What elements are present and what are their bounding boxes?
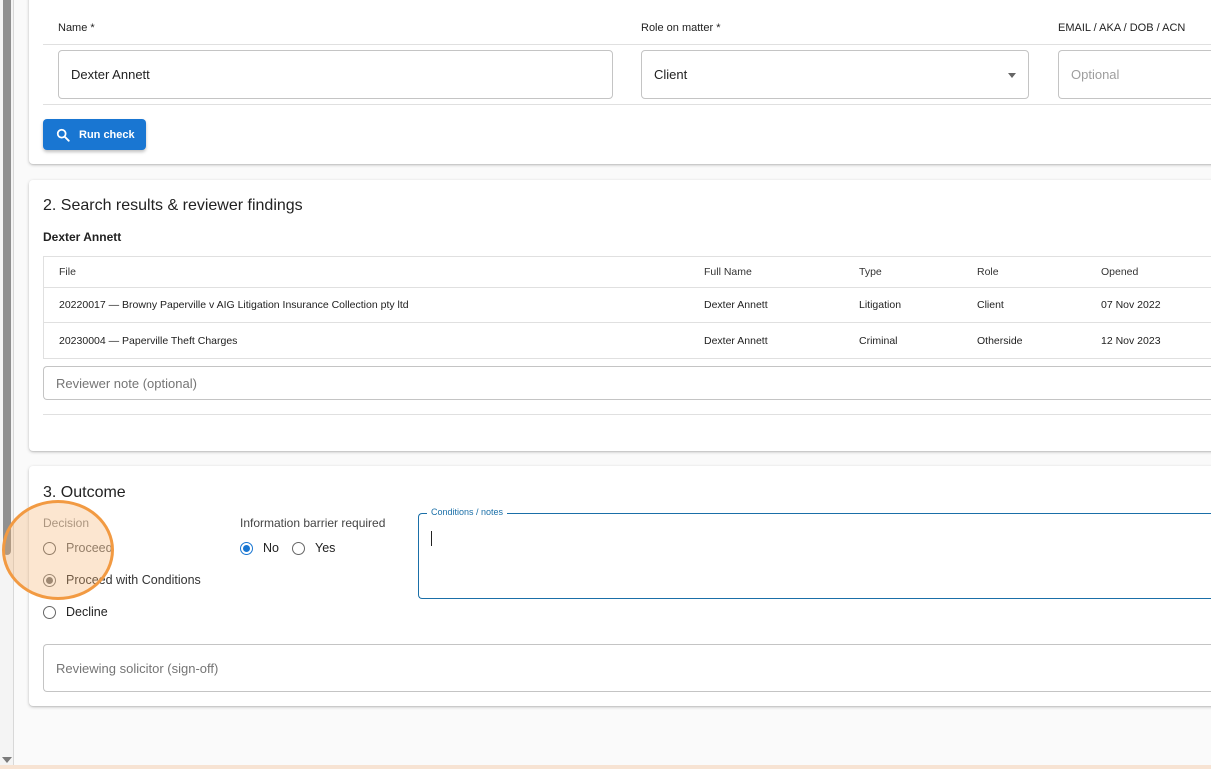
cell-full-name: Dexter Annett bbox=[704, 299, 768, 311]
column-header-type[interactable]: Type bbox=[859, 266, 882, 278]
barrier-option-no[interactable]: No bbox=[240, 541, 279, 555]
extra-input-placeholder: Optional bbox=[1071, 67, 1120, 82]
column-header-role[interactable]: Role bbox=[977, 266, 999, 278]
scroll-down-arrow-icon[interactable] bbox=[2, 757, 12, 763]
run-check-label: Run check bbox=[79, 128, 135, 141]
conditions-notes-label: Conditions / notes bbox=[427, 507, 508, 517]
run-check-button[interactable]: Run check bbox=[43, 119, 146, 150]
conditions-notes-textarea[interactable]: Conditions / notes bbox=[418, 507, 1211, 599]
radio-barrier-yes[interactable] bbox=[292, 541, 305, 555]
cell-role: Client bbox=[977, 299, 1004, 311]
results-card: 2. Search results & reviewer findings De… bbox=[29, 180, 1211, 451]
name-column-label: Name * bbox=[58, 22, 95, 34]
extra-column-label: EMAIL / AKA / DOB / ACN bbox=[1058, 22, 1186, 34]
column-header-opened[interactable]: Opened bbox=[1101, 266, 1138, 278]
radio-barrier-no[interactable] bbox=[240, 541, 253, 555]
row-divider bbox=[43, 104, 1211, 105]
cell-opened: 07 Nov 2022 bbox=[1101, 299, 1161, 311]
column-header-file[interactable]: File bbox=[59, 266, 76, 278]
reviewer-note-input[interactable]: Reviewer note (optional) bbox=[43, 366, 1211, 400]
table-header-row: File Full Name Type Role Opened bbox=[44, 257, 1211, 288]
cell-file: 20220017 — Browny Paperville v AIG Litig… bbox=[59, 299, 409, 311]
run-check-card: Name * Role on matter * EMAIL / AKA / DO… bbox=[29, 0, 1211, 164]
scrollbar-thumb[interactable] bbox=[3, 0, 11, 555]
decision-option-decline[interactable]: Decline bbox=[43, 605, 108, 619]
extra-input[interactable]: Optional bbox=[1058, 50, 1211, 99]
role-select-value: Client bbox=[654, 67, 688, 82]
outcome-card: 3. Outcome Decision Proceed Proceed with… bbox=[29, 466, 1211, 706]
results-title: 2. Search results & reviewer findings bbox=[43, 197, 303, 214]
barrier-option-label: Yes bbox=[315, 541, 336, 555]
name-input-value: Dexter Annett bbox=[71, 67, 150, 82]
bottom-edge-strip bbox=[0, 765, 1211, 769]
cell-opened: 12 Nov 2023 bbox=[1101, 334, 1161, 347]
signoff-placeholder: Reviewing solicitor (sign-off) bbox=[56, 660, 219, 676]
result-person-name: Dexter Annett bbox=[43, 230, 122, 244]
text-cursor bbox=[431, 531, 432, 546]
cell-type: Litigation bbox=[859, 299, 902, 311]
table-row[interactable]: 20230004 — Paperville Theft Charges Dext… bbox=[44, 323, 1211, 358]
table-row[interactable]: 20220017 — Browny Paperville v AIG Litig… bbox=[44, 288, 1211, 323]
results-divider bbox=[43, 414, 1211, 415]
radio-decline[interactable] bbox=[43, 605, 56, 619]
role-column-label: Role on matter * bbox=[641, 22, 721, 34]
results-table: File Full Name Type Role Opened 20220017… bbox=[43, 256, 1211, 359]
cell-role: Otherside bbox=[977, 334, 1023, 347]
search-icon bbox=[56, 128, 70, 142]
click-highlight-ring bbox=[2, 500, 114, 600]
header-divider bbox=[43, 44, 1211, 45]
signoff-input[interactable]: Reviewing solicitor (sign-off) bbox=[43, 644, 1211, 692]
cell-full-name: Dexter Annett bbox=[704, 334, 768, 347]
page-scrollbar[interactable] bbox=[0, 0, 14, 769]
decision-option-label: Decline bbox=[66, 605, 108, 619]
barrier-option-label: No bbox=[263, 541, 279, 555]
barrier-option-yes[interactable]: Yes bbox=[292, 541, 335, 555]
chevron-down-icon bbox=[1008, 73, 1016, 78]
column-header-full-name[interactable]: Full Name bbox=[704, 266, 752, 278]
main-content: Name * Role on matter * EMAIL / AKA / DO… bbox=[2, 0, 1211, 769]
reviewer-note-placeholder: Reviewer note (optional) bbox=[56, 375, 197, 391]
role-select[interactable]: Client bbox=[641, 50, 1029, 99]
cell-type: Criminal bbox=[859, 334, 898, 347]
name-input[interactable]: Dexter Annett bbox=[58, 50, 613, 99]
cell-file: 20230004 — Paperville Theft Charges bbox=[59, 334, 238, 347]
barrier-label: Information barrier required bbox=[240, 516, 386, 530]
